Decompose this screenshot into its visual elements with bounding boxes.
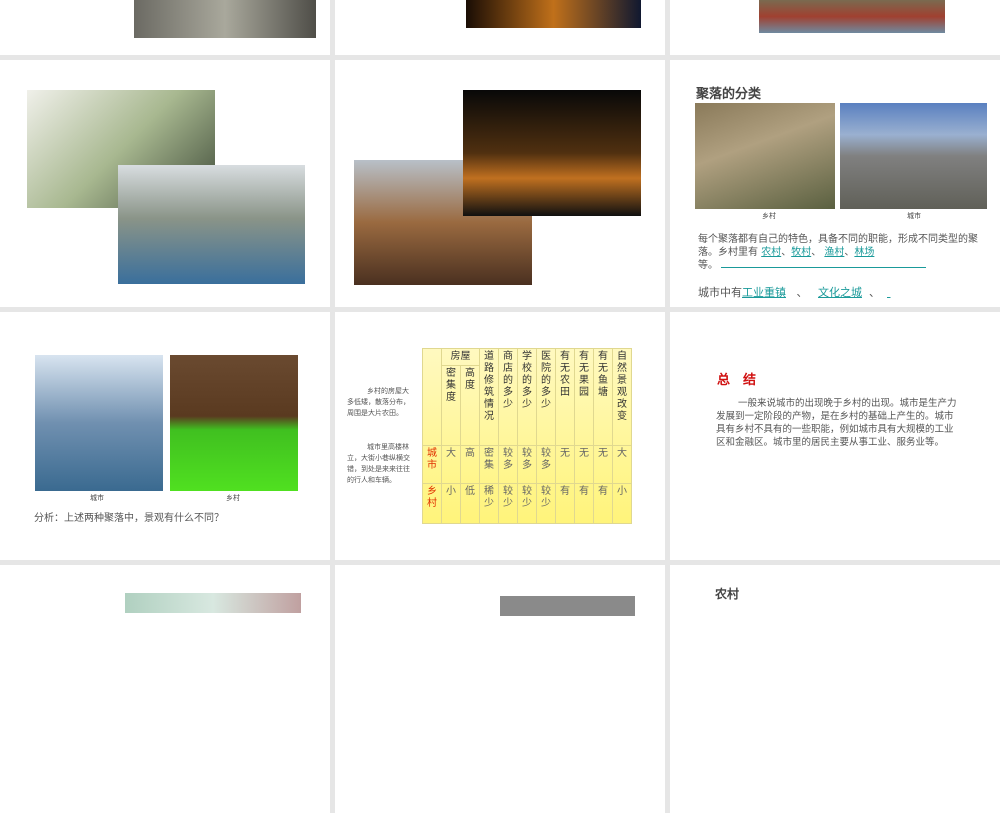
table-cell: 高度 bbox=[460, 365, 480, 446]
blank-answer: 农村 bbox=[761, 247, 782, 258]
table-cell: 医院的多少 bbox=[536, 348, 556, 446]
slide-12-thumbnail[interactable]: 农村 bbox=[670, 565, 1000, 813]
table-cell: 小 bbox=[612, 483, 632, 524]
blank-answer: 林场 bbox=[854, 247, 875, 258]
slide-8-thumbnail[interactable]: 乡村的房屋大多低矮，散落分布，周围是大片农田。 城市里高楼林立，大街小巷纵横交错… bbox=[335, 312, 665, 560]
table-cell: 、 bbox=[844, 247, 855, 258]
table-cell: 有 bbox=[574, 483, 594, 524]
table-cell: 、 bbox=[869, 286, 880, 299]
table-cell: 较多 bbox=[517, 445, 537, 484]
slide-5-thumbnail[interactable] bbox=[335, 60, 665, 307]
slide-9-thumbnail[interactable]: 总 结 一般来说城市的出现晚于乡村的出现。城市是生产力发展到一定阶段的产物，是在… bbox=[670, 312, 1000, 560]
table-cell: 城市中有 bbox=[698, 286, 742, 299]
table-cell: 城市 bbox=[422, 445, 442, 484]
slide-title: 农村 bbox=[715, 587, 740, 601]
table-row: 乡村 小低稀少 较少 较少 较少有有有小 bbox=[422, 483, 632, 524]
table-cell: 乡村 bbox=[422, 483, 442, 524]
table-row: 城市 大高密集 较多 较多 较多无无无大 bbox=[422, 445, 632, 484]
table-cell: 有无果园 bbox=[574, 348, 594, 446]
table-cell: 密集 bbox=[479, 445, 499, 484]
table-cell: 较少 bbox=[517, 483, 537, 524]
analysis-question: 分析：上述两种聚落中，景观有什么不同？ bbox=[34, 513, 224, 524]
table-cell: 、 bbox=[796, 286, 808, 299]
table-cell: 有 bbox=[555, 483, 575, 524]
slide-3-thumbnail[interactable] bbox=[670, 0, 1000, 55]
caption-city: 城市 bbox=[907, 212, 921, 220]
table-cell: 较少 bbox=[498, 483, 518, 524]
city-skyline-photo bbox=[35, 355, 163, 491]
slide-6-thumbnail[interactable]: 聚落的分类 乡村 城市 每个聚落都有自己的特色，具备不同的职能，形成不同类型的聚… bbox=[670, 60, 1000, 307]
blank-answer: 文化之城 bbox=[818, 286, 862, 299]
rural-photo bbox=[695, 103, 835, 209]
table-cell: 大 bbox=[612, 445, 632, 484]
blank-answer: 牧村 bbox=[791, 247, 812, 258]
summary-body: 一般来说城市的出现晚于乡村的出现。城市是生产力发展到一定阶段的产物，是在乡村的基… bbox=[716, 398, 957, 448]
table-cell: 有 bbox=[593, 483, 613, 524]
caption-rural: 乡村 bbox=[762, 212, 776, 220]
river-photo bbox=[759, 0, 945, 33]
table-cell: 无 bbox=[555, 445, 575, 484]
landscape-photo bbox=[125, 593, 301, 613]
blank-answer: 工业重镇 bbox=[742, 286, 786, 299]
table-cell: 小 bbox=[441, 483, 461, 524]
slide-4-thumbnail[interactable] bbox=[0, 60, 330, 307]
slide-10-thumbnail[interactable] bbox=[0, 565, 330, 813]
city-note: 城市里高楼林立，大街小巷纵横交错，到处是来来往往的行人和车辆。 bbox=[347, 443, 410, 484]
city-night-photo bbox=[463, 90, 641, 216]
table-cell: 无 bbox=[574, 445, 594, 484]
rural-field-photo bbox=[170, 355, 298, 491]
table-cell: 商店的多少 bbox=[498, 348, 518, 446]
slide-title: 聚落的分类 bbox=[696, 87, 762, 102]
city-paragraph: 城市中有工业重镇 、 文化之城 、 bbox=[698, 286, 891, 299]
slide-2-thumbnail[interactable] bbox=[335, 0, 665, 55]
caption-rural: 乡村 bbox=[226, 494, 240, 502]
gray-photo bbox=[500, 596, 635, 616]
night-city-photo bbox=[466, 0, 641, 28]
summary-title: 总 结 bbox=[717, 373, 757, 388]
table-cell: 房屋 bbox=[441, 348, 480, 366]
rural-note: 乡村的房屋大多低矮，散落分布，周围是大片农田。 bbox=[347, 387, 410, 417]
table-cell: 有无农田 bbox=[555, 348, 575, 446]
city-aerial-photo bbox=[840, 103, 987, 209]
table-cell: 低 bbox=[460, 483, 480, 524]
table-cell: 、 bbox=[781, 247, 792, 258]
table-cell: 有无鱼塘 bbox=[593, 348, 613, 446]
table-cell: 等。 bbox=[698, 260, 718, 271]
table-cell: 较多 bbox=[498, 445, 518, 484]
table-cell: 学校的多少 bbox=[517, 348, 537, 446]
table-cell: 道路修筑情况 bbox=[479, 348, 499, 446]
table-cell: 较多 bbox=[536, 445, 556, 484]
village-reflection-photo bbox=[118, 165, 305, 284]
table-cell: 无 bbox=[593, 445, 613, 484]
table-cell: 密集度 bbox=[441, 365, 461, 446]
table-cell: 大 bbox=[441, 445, 461, 484]
street-photo bbox=[134, 0, 316, 38]
table-cell: 自然景观改变 bbox=[612, 348, 632, 446]
table-cell: 高 bbox=[460, 445, 480, 484]
blank-answer: 渔村 bbox=[824, 247, 845, 258]
slide-11-thumbnail[interactable] bbox=[335, 565, 665, 813]
table-cell: 、 bbox=[811, 247, 822, 258]
slide-1-thumbnail[interactable] bbox=[0, 0, 330, 55]
slide-7-thumbnail[interactable]: 城市 乡村 分析：上述两种聚落中，景观有什么不同？ bbox=[0, 312, 330, 560]
table-cell: 稀少 bbox=[479, 483, 499, 524]
comparison-table: 房屋 道路修筑情况 商店的多少 学校的多少 医院的多少 有无农田 有无果园 有无… bbox=[422, 348, 632, 524]
caption-city: 城市 bbox=[90, 494, 104, 502]
table-cell: 较少 bbox=[536, 483, 556, 524]
classification-paragraph: 每个聚落都有自己的特色，具备不同的职能，形成不同类型的聚落。乡村里有 农村、牧村… bbox=[698, 233, 988, 272]
